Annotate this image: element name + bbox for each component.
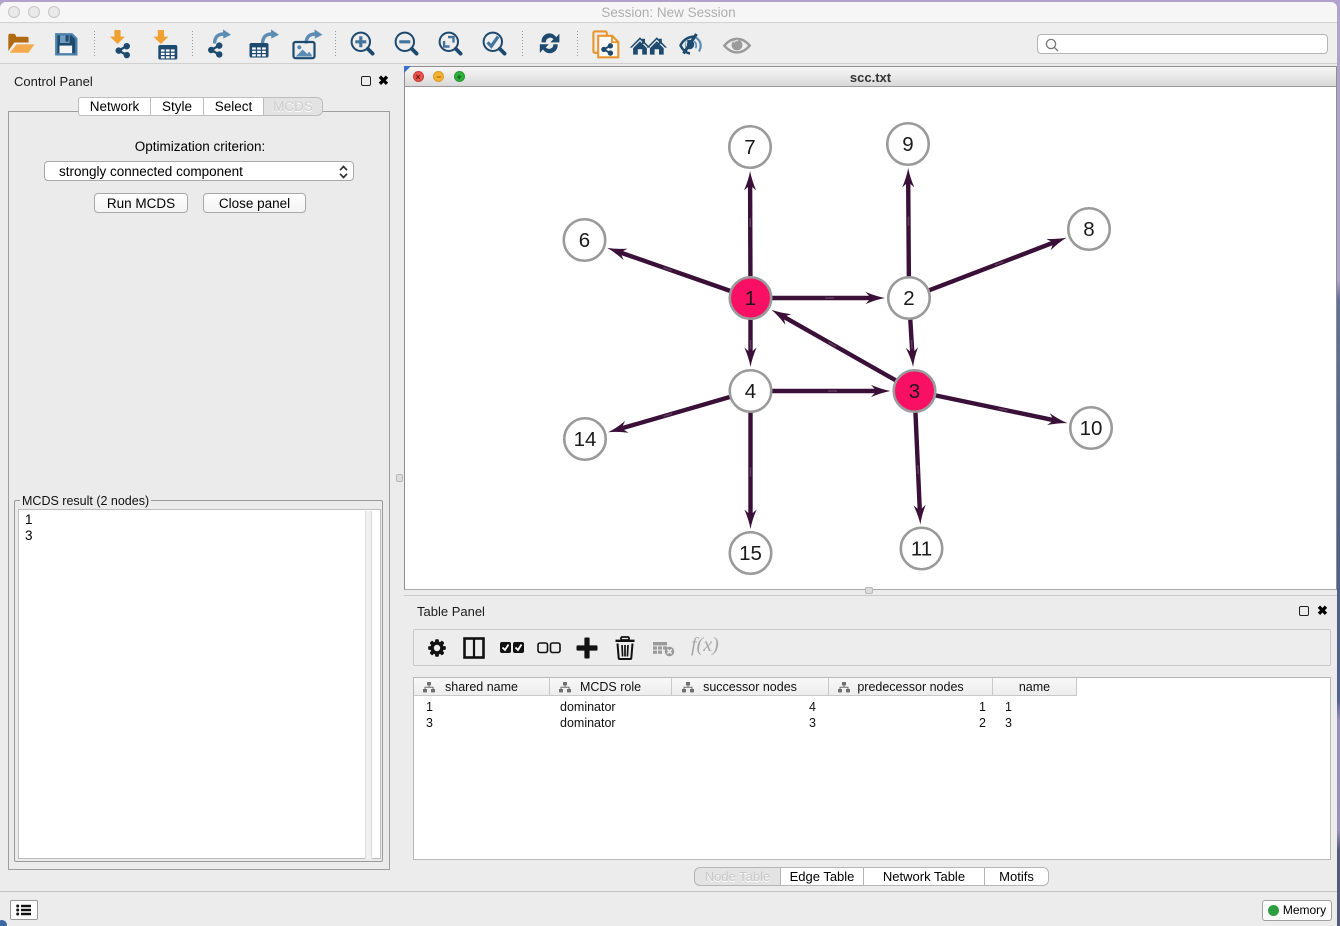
svg-text:3: 3: [909, 380, 920, 403]
svg-text:8: 8: [1083, 218, 1094, 241]
svg-text:7: 7: [744, 136, 755, 159]
svg-text:14: 14: [574, 428, 597, 451]
svg-text:1: 1: [745, 287, 756, 310]
svg-text:6: 6: [579, 229, 590, 252]
svg-text:11: 11: [911, 537, 932, 560]
svg-text:9: 9: [902, 133, 913, 156]
svg-text:10: 10: [1080, 417, 1103, 440]
svg-text:15: 15: [739, 542, 762, 565]
svg-text:4: 4: [745, 380, 756, 403]
svg-text:2: 2: [903, 287, 914, 310]
